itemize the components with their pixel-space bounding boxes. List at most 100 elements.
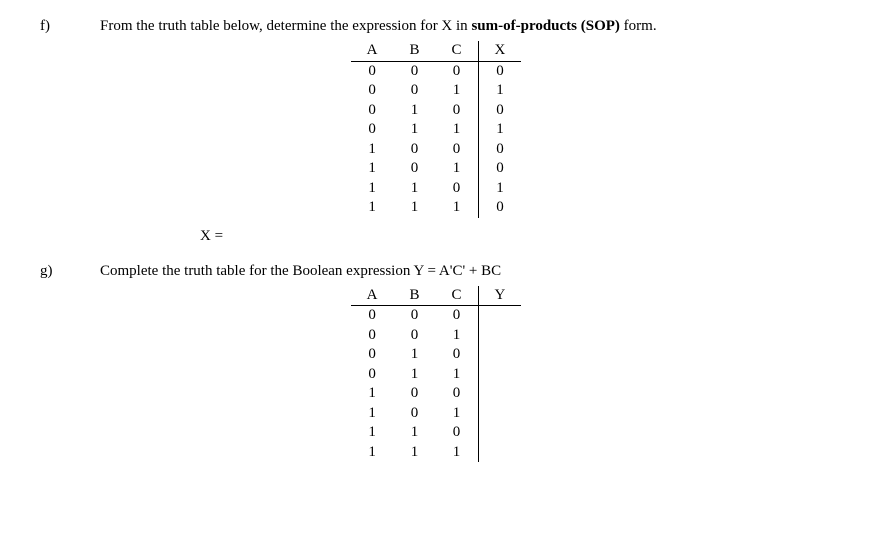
cell: 1 xyxy=(436,81,479,101)
cell xyxy=(478,345,521,365)
col-header: A xyxy=(351,286,394,306)
cell: 0 xyxy=(436,423,479,443)
table-row: 011 xyxy=(351,365,522,385)
cell: 1 xyxy=(351,179,394,199)
cell: 1 xyxy=(393,345,435,365)
cell: 1 xyxy=(393,179,435,199)
cell xyxy=(478,443,521,463)
question-g-label: g) xyxy=(40,263,100,280)
table-row: 0100 xyxy=(351,101,522,121)
cell: 0 xyxy=(478,198,521,218)
cell: 0 xyxy=(393,404,435,424)
table-row: 110 xyxy=(351,423,522,443)
truth-table-f: A B C X 0000 0011 0100 0111 1000 1010 11… xyxy=(351,41,522,218)
cell: 0 xyxy=(351,101,394,121)
cell: 1 xyxy=(436,120,479,140)
cell: 0 xyxy=(351,345,394,365)
cell: 0 xyxy=(436,61,479,81)
col-header: A xyxy=(351,41,394,61)
question-f: f) From the truth table below, determine… xyxy=(40,18,832,35)
question-f-label: f) xyxy=(40,18,100,35)
cell: 0 xyxy=(436,306,479,326)
cell: 1 xyxy=(436,443,479,463)
cell: 1 xyxy=(351,404,394,424)
cell xyxy=(478,326,521,346)
cell: 0 xyxy=(393,81,435,101)
table-row: 101 xyxy=(351,404,522,424)
col-header: C xyxy=(436,286,479,306)
table-row: 0111 xyxy=(351,120,522,140)
cell: 1 xyxy=(351,140,394,160)
cell: 1 xyxy=(478,81,521,101)
question-f-prompt-bold: sum-of-products (SOP) xyxy=(471,18,619,34)
table-header-row: A B C X xyxy=(351,41,522,61)
table-row: 1110 xyxy=(351,198,522,218)
question-f-prompt-post: form. xyxy=(620,18,657,34)
cell: 0 xyxy=(351,61,394,81)
cell: 0 xyxy=(393,159,435,179)
cell: 1 xyxy=(351,384,394,404)
cell: 0 xyxy=(393,326,435,346)
table-row: 0000 xyxy=(351,61,522,81)
table-header-row: A B C Y xyxy=(351,286,522,306)
table-row: 1000 xyxy=(351,140,522,160)
cell: 0 xyxy=(436,345,479,365)
cell: 1 xyxy=(436,326,479,346)
cell: 0 xyxy=(478,140,521,160)
cell: 0 xyxy=(436,140,479,160)
question-f-prompt-pre: From the truth table below, determine th… xyxy=(100,18,471,34)
cell: 0 xyxy=(436,384,479,404)
cell: 0 xyxy=(436,179,479,199)
cell: 0 xyxy=(351,365,394,385)
cell: 1 xyxy=(393,198,435,218)
table-row: 000 xyxy=(351,306,522,326)
cell: 1 xyxy=(351,159,394,179)
table-row: 001 xyxy=(351,326,522,346)
cell: 0 xyxy=(478,159,521,179)
table-row: 1101 xyxy=(351,179,522,199)
table-row: 100 xyxy=(351,384,522,404)
cell: 1 xyxy=(393,443,435,463)
cell: 1 xyxy=(393,423,435,443)
col-header: Y xyxy=(478,286,521,306)
cell: 1 xyxy=(436,365,479,385)
cell: 0 xyxy=(436,101,479,121)
col-header: B xyxy=(393,41,435,61)
cell: 1 xyxy=(393,120,435,140)
cell: 0 xyxy=(393,61,435,81)
cell xyxy=(478,365,521,385)
cell: 0 xyxy=(393,384,435,404)
cell: 1 xyxy=(478,120,521,140)
table-row: 0011 xyxy=(351,81,522,101)
cell: 0 xyxy=(478,101,521,121)
cell: 1 xyxy=(478,179,521,199)
table-row: 111 xyxy=(351,443,522,463)
cell: 1 xyxy=(436,404,479,424)
cell xyxy=(478,384,521,404)
cell: 0 xyxy=(478,61,521,81)
cell: 0 xyxy=(393,306,435,326)
cell xyxy=(478,404,521,424)
col-header: B xyxy=(393,286,435,306)
question-g-prompt: Complete the truth table for the Boolean… xyxy=(100,263,832,280)
cell xyxy=(478,423,521,443)
cell: 1 xyxy=(351,423,394,443)
col-header: C xyxy=(436,41,479,61)
cell: 0 xyxy=(393,140,435,160)
cell: 1 xyxy=(393,101,435,121)
cell: 0 xyxy=(351,81,394,101)
question-g: g) Complete the truth table for the Bool… xyxy=(40,263,832,280)
table-row: 1010 xyxy=(351,159,522,179)
cell: 1 xyxy=(393,365,435,385)
cell: 0 xyxy=(351,120,394,140)
answer-x-equals: X = xyxy=(200,228,832,245)
truth-table-g: A B C Y 000 001 010 011 100 101 110 111 xyxy=(351,286,522,463)
col-header: X xyxy=(478,41,521,61)
cell: 0 xyxy=(351,306,394,326)
cell xyxy=(478,306,521,326)
cell: 1 xyxy=(436,198,479,218)
cell: 1 xyxy=(351,443,394,463)
cell: 1 xyxy=(351,198,394,218)
question-f-body: From the truth table below, determine th… xyxy=(100,18,832,35)
table-row: 010 xyxy=(351,345,522,365)
